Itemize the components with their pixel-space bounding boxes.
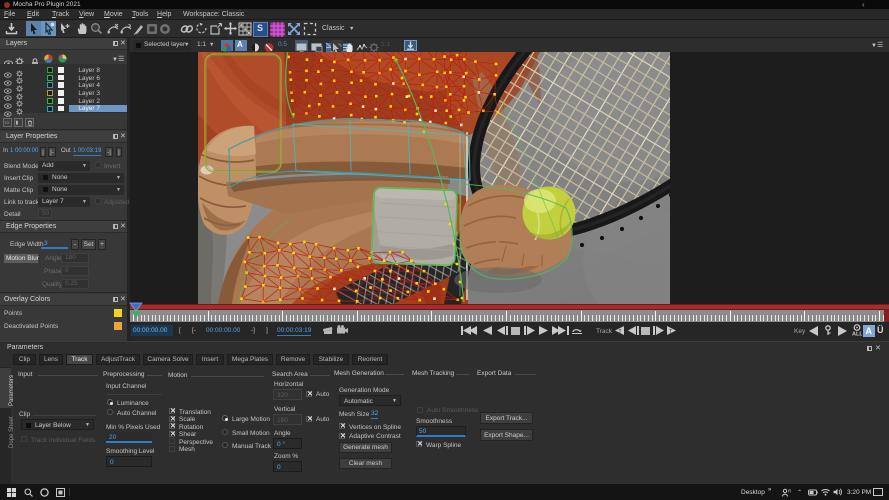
svg-text:ALL: ALL xyxy=(852,332,862,337)
svg-text:R: R xyxy=(788,489,792,494)
